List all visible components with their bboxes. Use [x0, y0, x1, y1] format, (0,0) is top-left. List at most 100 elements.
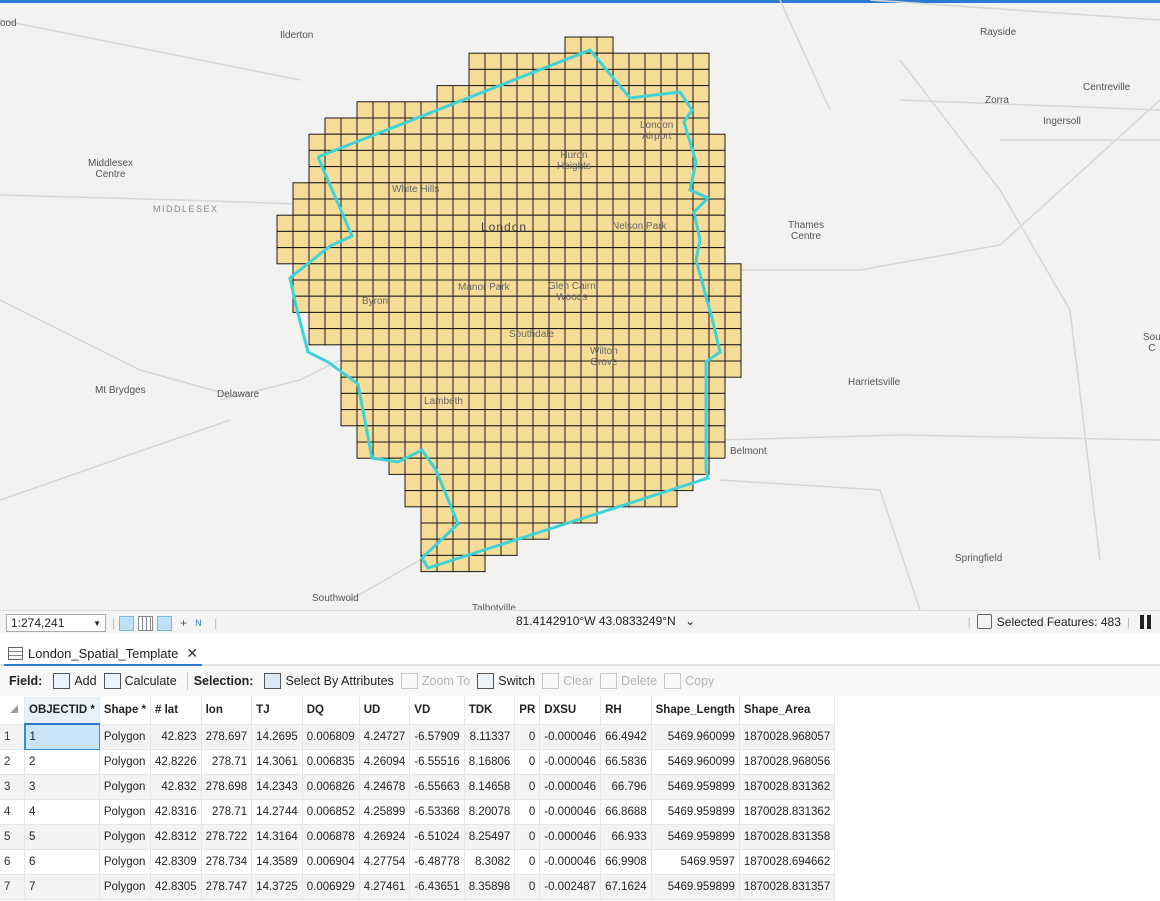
table-row[interactable]: 7 7 Polygon 42.8305 278.747 14.3725 0.006929 4.…: [0, 874, 836, 900]
grid-cell[interactable]: [468, 328, 486, 346]
grid-cell[interactable]: [724, 360, 742, 378]
table-cell[interactable]: 8.11337: [464, 724, 516, 750]
grid-cell[interactable]: [724, 344, 742, 362]
grid-cell[interactable]: [596, 473, 614, 492]
grid-cell[interactable]: [484, 101, 502, 119]
grid-cell[interactable]: [580, 230, 598, 249]
grid-cell[interactable]: [612, 279, 630, 297]
grid-cell[interactable]: [356, 247, 374, 265]
crosshair-icon[interactable]: +: [176, 616, 191, 631]
grid-cell[interactable]: [644, 279, 662, 297]
grid-cell[interactable]: [628, 328, 646, 346]
grid-cell[interactable]: [628, 360, 646, 378]
table-cell[interactable]: -0.002487: [539, 874, 602, 900]
grid-cell[interactable]: [580, 392, 598, 411]
grid-cell[interactable]: [324, 279, 342, 297]
grid-cell[interactable]: [484, 295, 502, 313]
row-number[interactable]: 2: [0, 749, 25, 775]
grid-cell[interactable]: [276, 214, 294, 232]
grid-cell[interactable]: [564, 376, 582, 394]
grid-cell[interactable]: [644, 328, 662, 346]
grid-cell[interactable]: [292, 230, 310, 249]
grid-cell[interactable]: [596, 214, 614, 232]
grid-cell[interactable]: [452, 490, 470, 508]
grid-cell[interactable]: [532, 506, 550, 524]
table-cell[interactable]: 14.3589: [251, 849, 303, 875]
table-cell[interactable]: 4.24727: [359, 724, 411, 750]
table-cell[interactable]: -6.55663: [409, 774, 465, 800]
grid-cell[interactable]: [644, 457, 662, 475]
grid-cell[interactable]: [612, 198, 630, 216]
table-cell[interactable]: -0.000046: [539, 724, 602, 750]
table-cell[interactable]: -6.57909: [409, 724, 465, 750]
grid-cell[interactable]: [484, 360, 502, 378]
grid-cell[interactable]: [356, 198, 374, 216]
table-cell[interactable]: 0.006929: [302, 874, 360, 900]
grid-cell[interactable]: [372, 230, 390, 249]
grid-cell[interactable]: [596, 490, 614, 508]
cell-shape[interactable]: Polygon: [99, 749, 152, 775]
grid-cell[interactable]: [516, 506, 534, 524]
grid-cell[interactable]: [484, 263, 502, 281]
grid-cell[interactable]: [660, 68, 678, 87]
grid-cell[interactable]: [532, 376, 550, 394]
column-header[interactable]: OBJECTID *: [24, 697, 100, 725]
grid-cell[interactable]: [596, 247, 614, 265]
cell-shape[interactable]: Polygon: [99, 874, 152, 900]
grid-cell[interactable]: [612, 425, 630, 443]
grid-cell[interactable]: [484, 506, 502, 524]
grid-cell[interactable]: [516, 182, 534, 200]
grid-cell[interactable]: [436, 376, 454, 394]
grid-cell[interactable]: [452, 473, 470, 492]
grid-cell[interactable]: [308, 279, 326, 297]
grid-cell[interactable]: [596, 409, 614, 427]
grid-cell[interactable]: [420, 295, 438, 313]
table-cell[interactable]: 42.8309: [150, 849, 202, 875]
grid-cell[interactable]: [404, 198, 422, 216]
grid-cell[interactable]: [500, 101, 518, 119]
grid-cell[interactable]: [436, 133, 454, 151]
grid-cell[interactable]: [676, 457, 694, 475]
grid-cell[interactable]: [484, 166, 502, 184]
table-cell[interactable]: 42.8226: [150, 749, 202, 775]
grid-cell[interactable]: [356, 328, 374, 346]
grid-cell[interactable]: [500, 473, 518, 492]
grid-cell[interactable]: [372, 166, 390, 184]
grid-cell[interactable]: [420, 328, 438, 346]
grid-cell[interactable]: [644, 149, 662, 168]
grid-cell[interactable]: [468, 344, 486, 362]
grid-cell[interactable]: [340, 392, 358, 411]
grid-cell[interactable]: [612, 68, 630, 87]
table-cell[interactable]: 5469.959899: [651, 799, 740, 825]
cell-objectid[interactable]: 3: [24, 774, 100, 800]
grid-cell[interactable]: [644, 376, 662, 394]
table-cell[interactable]: 4.27754: [359, 849, 411, 875]
grid-cell[interactable]: [484, 457, 502, 475]
grid-cell[interactable]: [356, 166, 374, 184]
grid-cell[interactable]: [564, 409, 582, 427]
grid-cell[interactable]: [388, 214, 406, 232]
grid-cell[interactable]: [404, 263, 422, 281]
grid-cell[interactable]: [452, 117, 470, 135]
table-cell[interactable]: 42.8305: [150, 874, 202, 900]
grid-cell[interactable]: [468, 247, 486, 265]
grid-cell[interactable]: [388, 425, 406, 443]
grid-cell[interactable]: [292, 198, 310, 216]
grid-cell[interactable]: [660, 182, 678, 200]
grid-cell[interactable]: [372, 441, 390, 459]
grid-cell[interactable]: [628, 376, 646, 394]
grid-cell[interactable]: [676, 360, 694, 378]
grid-cell[interactable]: [340, 328, 358, 346]
grid-cell[interactable]: [324, 295, 342, 313]
grid-cell[interactable]: [708, 230, 726, 249]
grid-cell[interactable]: [388, 279, 406, 297]
grid-cell[interactable]: [628, 85, 646, 103]
grid-cell[interactable]: [580, 101, 598, 119]
table-cell[interactable]: 0: [514, 874, 541, 900]
grid-cell[interactable]: [484, 522, 502, 540]
grid-cell[interactable]: [644, 230, 662, 249]
grid-cell[interactable]: [420, 506, 438, 524]
column-header[interactable]: # lat: [150, 697, 202, 725]
grid-cell[interactable]: [580, 247, 598, 265]
grid-cell[interactable]: [676, 392, 694, 411]
